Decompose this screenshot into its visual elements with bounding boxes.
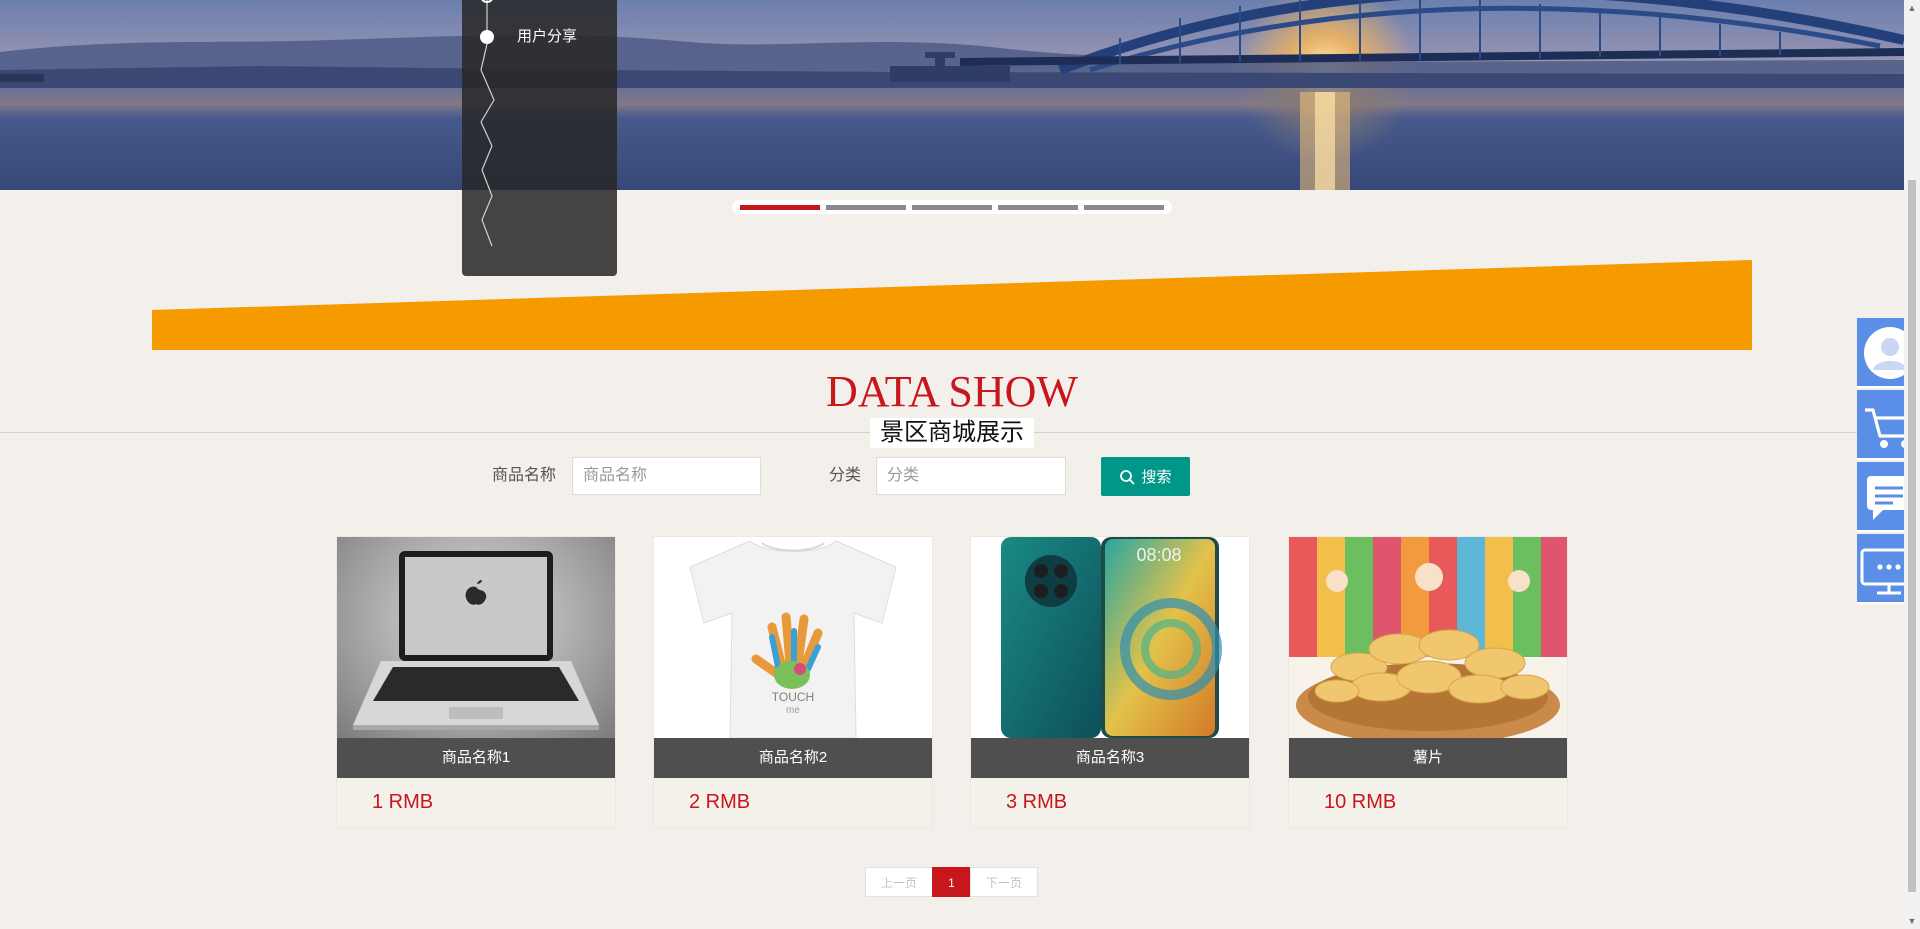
- carousel-dot-2[interactable]: [826, 204, 906, 210]
- carousel-indicator: [732, 200, 1172, 214]
- pagination-prev-button[interactable]: 上一页: [865, 867, 933, 897]
- pagination-next-button[interactable]: 下一页: [970, 867, 1038, 897]
- product-card-3[interactable]: 08:08 商品名称3 3 RMB: [971, 537, 1249, 827]
- category-input[interactable]: [876, 457, 1066, 495]
- product-name-input[interactable]: [572, 457, 761, 495]
- svg-text:TOUCH: TOUCH: [772, 690, 814, 704]
- carousel-dot-5[interactable]: [1084, 204, 1164, 210]
- carousel-dot-1[interactable]: [740, 204, 820, 210]
- page-scrollbar[interactable]: ▲ ▼: [1904, 0, 1920, 929]
- product-price: 10 RMB: [1324, 791, 1397, 813]
- side-menu-item-user-share[interactable]: 用户分享: [462, 25, 617, 49]
- product-card-2[interactable]: TOUCH me 商品名称2 2 RMB: [654, 537, 932, 827]
- product-card-1[interactable]: 商品名称1 1 RMB: [337, 537, 615, 827]
- product-price: 3 RMB: [1006, 791, 1068, 813]
- product-name: 商品名称2: [654, 738, 932, 778]
- product-image-potato-chips: [1289, 537, 1567, 738]
- svg-text:me: me: [786, 705, 800, 716]
- timeline-dot: [480, 30, 494, 44]
- scrollbar-thumb[interactable]: [1908, 180, 1916, 892]
- section-subtitle: 景区商城展示: [870, 418, 1034, 448]
- carousel-dot-4[interactable]: [998, 204, 1078, 210]
- category-label: 分类: [829, 467, 862, 484]
- orange-decorative-band: [152, 260, 1752, 350]
- product-image-t-shirt: TOUCH me: [654, 537, 932, 738]
- scroll-down-arrow-icon[interactable]: ▼: [1904, 913, 1920, 929]
- side-timeline-menu: 用户分享: [462, 0, 617, 276]
- product-name: 商品名称3: [971, 738, 1249, 778]
- hero-banner: [0, 0, 1904, 190]
- carousel-dot-3[interactable]: [912, 204, 992, 210]
- product-name-label: 商品名称: [492, 467, 557, 484]
- svg-text:08:08: 08:08: [1136, 545, 1181, 565]
- section-title: DATA SHOW: [826, 367, 1078, 416]
- banner-lake-bridge-image: [0, 0, 1904, 190]
- product-name: 商品名称1: [337, 738, 615, 778]
- search-icon: [1119, 469, 1135, 485]
- pagination-current-page[interactable]: 1: [932, 867, 971, 897]
- product-image-smartphone: 08:08: [971, 537, 1249, 738]
- scroll-up-arrow-icon[interactable]: ▲: [1904, 0, 1920, 16]
- search-button[interactable]: 搜索: [1101, 457, 1190, 496]
- product-price: 1 RMB: [372, 791, 434, 813]
- search-button-label: 搜索: [1141, 469, 1172, 486]
- product-card-4[interactable]: 薯片 10 RMB: [1289, 537, 1567, 827]
- product-name: 薯片: [1289, 738, 1567, 778]
- side-menu-item-label: 用户分享: [517, 28, 578, 45]
- product-price: 2 RMB: [689, 791, 751, 813]
- product-image-laptop: [337, 537, 615, 738]
